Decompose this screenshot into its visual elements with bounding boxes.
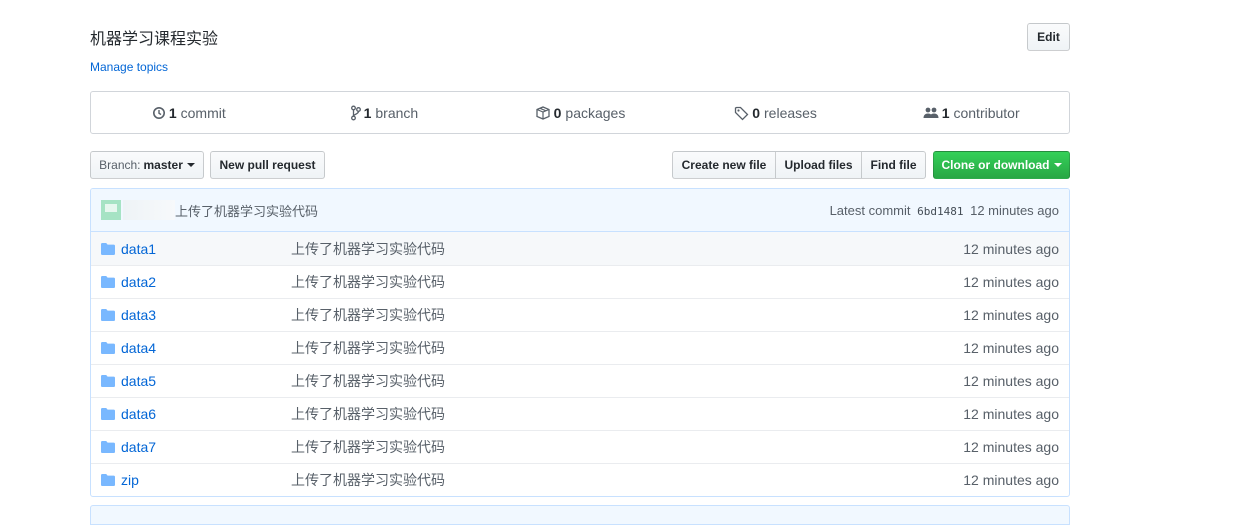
create-new-file-button[interactable]: Create new file	[672, 151, 776, 179]
latest-commit-bar: 上传了机器学习实验代码 Latest commit 6bd1481 12 min…	[91, 189, 1069, 232]
summary-packages[interactable]: 0 packages	[482, 105, 678, 121]
file-row: data6 上传了机器学习实验代码 12 minutes ago	[91, 397, 1069, 430]
file-commit-message[interactable]: 上传了机器学习实验代码	[291, 305, 963, 325]
people-icon	[923, 107, 939, 118]
summary-contributors[interactable]: 1 contributor	[873, 105, 1069, 121]
package-icon	[535, 105, 550, 120]
author-name-redacted	[123, 200, 175, 220]
file-commit-message[interactable]: 上传了机器学习实验代码	[291, 338, 963, 358]
new-pull-request-button[interactable]: New pull request	[210, 151, 325, 179]
file-commit-message[interactable]: 上传了机器学习实验代码	[291, 437, 963, 457]
commit-icon	[152, 106, 165, 119]
commit-label: commit	[180, 104, 226, 121]
summary-branches[interactable]: 1 branch	[287, 105, 483, 121]
file-commit-message[interactable]: 上传了机器学习实验代码	[291, 239, 963, 259]
commit-count: 1	[168, 104, 177, 121]
file-name-link[interactable]: data5	[121, 373, 291, 389]
summary-releases[interactable]: 0 releases	[678, 105, 874, 121]
latest-commit-age: 12 minutes ago	[970, 202, 1059, 218]
latest-commit-message[interactable]: 上传了机器学习实验代码	[175, 201, 318, 220]
edit-description-button[interactable]: Edit	[1027, 23, 1070, 51]
caret-down-icon	[1053, 163, 1062, 167]
readme-header	[90, 505, 1070, 525]
repo-description: 机器学习课程实验	[90, 31, 219, 48]
file-actions-group: Create new file Upload files Find file	[672, 151, 926, 179]
file-commit-age: 12 minutes ago	[963, 439, 1059, 455]
avatar[interactable]	[101, 200, 121, 220]
package-count: 0	[553, 104, 562, 121]
summary-commits[interactable]: 1 commit	[91, 105, 287, 121]
file-row: data1 上传了机器学习实验代码 12 minutes ago	[91, 232, 1069, 265]
file-commit-age: 12 minutes ago	[963, 274, 1059, 290]
caret-down-icon	[186, 163, 195, 167]
release-label: releases	[764, 104, 817, 121]
commit-sha-link[interactable]: 6bd1481	[917, 205, 963, 218]
file-commit-age: 12 minutes ago	[963, 373, 1059, 389]
file-commit-age: 12 minutes ago	[963, 340, 1059, 356]
find-file-button[interactable]: Find file	[861, 151, 926, 179]
manage-topics-link[interactable]: Manage topics	[90, 60, 168, 74]
file-name-link[interactable]: data1	[121, 241, 291, 257]
branch-prefix: Branch:	[99, 158, 141, 172]
latest-commit-info: Latest commit 6bd1481 12 minutes ago	[830, 203, 1059, 218]
folder-icon	[101, 342, 117, 354]
file-name-link[interactable]: data3	[121, 307, 291, 323]
package-label: packages	[565, 104, 626, 121]
upload-files-button[interactable]: Upload files	[775, 151, 862, 179]
branch-select-button[interactable]: Branch: master	[90, 151, 204, 179]
file-row: data4 上传了机器学习实验代码 12 minutes ago	[91, 331, 1069, 364]
contributor-count: 1	[941, 104, 950, 121]
folder-icon	[101, 408, 117, 420]
file-row: data3 上传了机器学习实验代码 12 minutes ago	[91, 298, 1069, 331]
clone-label: Clone or download	[941, 158, 1050, 172]
branch-icon	[350, 105, 361, 120]
folder-icon	[101, 441, 117, 453]
repo-summary-bar: 1 commit 1 branch 0 packages 0 releases …	[90, 91, 1070, 134]
clone-or-download-button[interactable]: Clone or download	[933, 151, 1070, 179]
file-name-link[interactable]: data2	[121, 274, 291, 290]
tag-icon	[735, 106, 749, 120]
release-count: 0	[752, 104, 761, 121]
branch-name: master	[143, 158, 183, 172]
branch-label: branch	[375, 104, 419, 121]
file-name-link[interactable]: zip	[121, 472, 291, 488]
file-navigator: 上传了机器学习实验代码 Latest commit 6bd1481 12 min…	[90, 188, 1070, 497]
file-commit-age: 12 minutes ago	[963, 240, 1059, 257]
folder-icon	[101, 276, 117, 288]
file-commit-age: 12 minutes ago	[963, 472, 1059, 488]
contributor-label: contributor	[953, 104, 1020, 121]
file-name-link[interactable]: data4	[121, 340, 291, 356]
file-row: data7 上传了机器学习实验代码 12 minutes ago	[91, 430, 1069, 463]
folder-icon	[101, 309, 117, 321]
file-commit-message[interactable]: 上传了机器学习实验代码	[291, 371, 963, 391]
file-commit-message[interactable]: 上传了机器学习实验代码	[291, 272, 963, 292]
file-name-link[interactable]: data6	[121, 406, 291, 422]
latest-commit-prefix: Latest commit	[829, 202, 911, 218]
file-row: zip 上传了机器学习实验代码 12 minutes ago	[91, 463, 1069, 496]
file-commit-age: 12 minutes ago	[963, 307, 1059, 323]
folder-icon	[101, 242, 117, 255]
file-commit-age: 12 minutes ago	[963, 406, 1059, 422]
file-row: data2 上传了机器学习实验代码 12 minutes ago	[91, 265, 1069, 298]
folder-icon	[101, 474, 117, 486]
file-row: data5 上传了机器学习实验代码 12 minutes ago	[91, 364, 1069, 397]
folder-icon	[101, 375, 117, 387]
file-commit-message[interactable]: 上传了机器学习实验代码	[291, 470, 963, 490]
file-list: data1 上传了机器学习实验代码 12 minutes ago data2 上传了机器…	[91, 232, 1069, 496]
branch-count: 1	[363, 104, 372, 121]
file-name-link[interactable]: data7	[121, 439, 291, 455]
file-commit-message[interactable]: 上传了机器学习实验代码	[291, 404, 963, 424]
